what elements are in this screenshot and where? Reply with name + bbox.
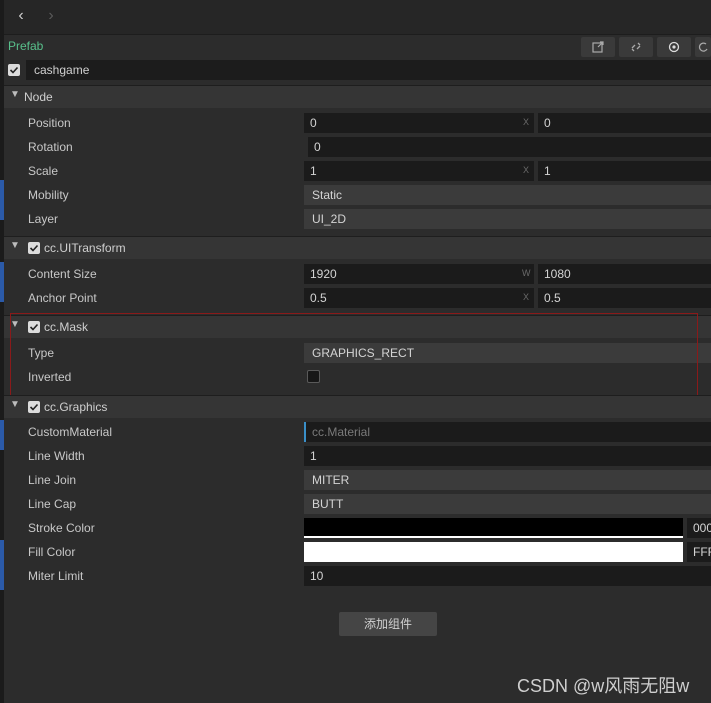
- layer-label: Layer: [28, 212, 59, 226]
- scale-label: Scale: [28, 164, 59, 178]
- fill-color-swatch[interactable]: [304, 542, 683, 562]
- fill-color-hex-input[interactable]: FFF: [687, 542, 711, 562]
- fill-color-label: Fill Color: [28, 545, 76, 559]
- back-button[interactable]: ‹: [12, 8, 30, 26]
- content-size-height-input[interactable]: 1080: [538, 264, 711, 284]
- unlink-icon: [629, 42, 643, 57]
- prefab-locate-button[interactable]: [657, 37, 691, 57]
- anchor-x-axis-label: X: [523, 292, 530, 302]
- rotation-label: Rotation: [28, 140, 73, 154]
- custom-material-label: CustomMaterial: [28, 425, 113, 439]
- uitransform-enabled-checkbox[interactable]: [28, 242, 40, 254]
- forward-button[interactable]: ›: [42, 8, 60, 26]
- chevron-down-icon: ▼: [10, 89, 20, 100]
- stroke-color-hex-input[interactable]: 000: [687, 518, 711, 538]
- graphics-section-header[interactable]: ▼ cc.Graphics: [4, 395, 711, 418]
- position-label: Position: [28, 116, 71, 130]
- stroke-color-label: Stroke Color: [28, 521, 95, 535]
- prefab-revert-button[interactable]: [695, 37, 711, 57]
- mobility-label: Mobility: [28, 188, 69, 202]
- line-cap-label: Line Cap: [28, 497, 77, 511]
- uitransform-section-header[interactable]: ▼ cc.UITransform: [4, 236, 711, 259]
- anchor-x-input[interactable]: 0.5: [304, 288, 534, 308]
- line-width-input[interactable]: 1: [304, 446, 711, 466]
- chevron-down-icon: ▼: [10, 399, 20, 410]
- stroke-color-swatch[interactable]: [304, 518, 683, 538]
- add-component-button[interactable]: 添加组件: [339, 612, 437, 636]
- miter-limit-label: Miter Limit: [28, 569, 84, 583]
- prefab-label: Prefab: [8, 39, 44, 53]
- content-size-width-input[interactable]: 1920: [304, 264, 534, 284]
- graphics-enabled-checkbox[interactable]: [28, 401, 40, 413]
- prefab-unlink-button[interactable]: [619, 37, 653, 57]
- line-width-label: Line Width: [28, 449, 85, 463]
- revert-icon: [697, 42, 709, 57]
- section-title: cc.Graphics: [44, 400, 108, 414]
- content-size-label: Content Size: [28, 267, 97, 281]
- anchor-y-input[interactable]: 0.5: [538, 288, 711, 308]
- anchor-point-label: Anchor Point: [28, 291, 97, 305]
- highlight-box: [10, 313, 698, 398]
- layer-select[interactable]: UI_2D: [304, 209, 711, 229]
- node-section-header[interactable]: ▼ Node: [4, 85, 711, 108]
- content-size-w-axis-label: W: [522, 268, 531, 278]
- target-icon: [667, 41, 681, 57]
- inspector-toolbar: ‹ ›: [4, 0, 711, 35]
- scale-y-input[interactable]: 1: [538, 161, 711, 181]
- chevron-down-icon: ▼: [10, 240, 20, 251]
- node-active-checkbox[interactable]: [8, 64, 20, 76]
- scale-x-input[interactable]: 1: [304, 161, 534, 181]
- line-join-label: Line Join: [28, 473, 77, 487]
- custom-material-asset-field[interactable]: cc.Material: [304, 422, 711, 442]
- prefab-row: Prefab: [4, 35, 711, 59]
- position-x-input[interactable]: 0: [304, 113, 534, 133]
- mobility-select[interactable]: Static: [304, 185, 711, 205]
- rotation-input[interactable]: 0: [308, 137, 711, 157]
- position-x-axis-label: X: [523, 117, 530, 127]
- section-title: cc.UITransform: [44, 241, 126, 255]
- line-join-select[interactable]: MITER: [304, 470, 711, 490]
- watermark-text: CSDN @w风雨无阻w: [517, 676, 690, 696]
- node-name-row: cashgame: [4, 60, 711, 82]
- edit-icon: [591, 41, 605, 57]
- line-cap-select[interactable]: BUTT: [304, 494, 711, 514]
- section-title: Node: [24, 90, 53, 104]
- node-name-input[interactable]: cashgame: [26, 60, 711, 80]
- miter-limit-input[interactable]: 10: [304, 566, 711, 586]
- scale-x-axis-label: X: [523, 165, 530, 175]
- prefab-edit-button[interactable]: [581, 37, 615, 57]
- position-y-input[interactable]: 0: [538, 113, 711, 133]
